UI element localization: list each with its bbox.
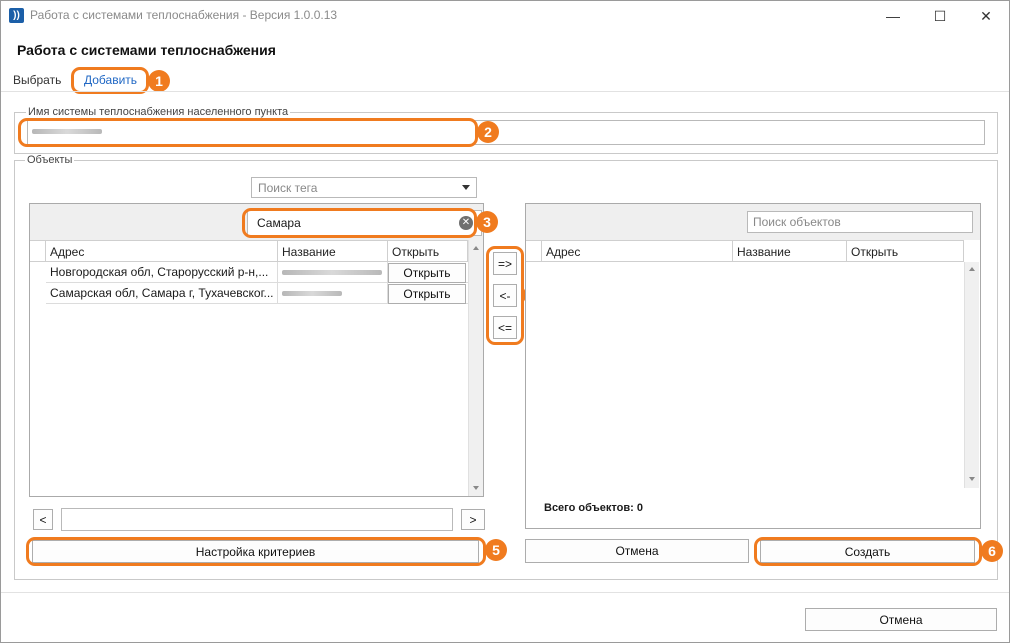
tag-search-placeholder: Поиск тега (258, 181, 318, 195)
open-button[interactable]: Открыть (388, 263, 466, 283)
objects-legend: Объекты (25, 154, 75, 166)
callout-badge-5: 5 (485, 539, 507, 561)
window-title: Работа с системами теплоснабжения - Верс… (30, 8, 338, 22)
callout-badge-2: 2 (477, 121, 499, 143)
cancel-inner-button[interactable]: Отмена (525, 539, 749, 563)
scroll-up-icon[interactable] (969, 267, 975, 271)
right-grid-header: Адрес Название Открыть (526, 240, 964, 262)
left-grid-header: Адрес Название Открыть (30, 240, 468, 262)
row-name (278, 262, 388, 282)
callout-4-frame (486, 246, 524, 345)
cancel-footer-button[interactable]: Отмена (805, 608, 997, 631)
right-col-address[interactable]: Адрес (542, 241, 733, 261)
left-col-name[interactable]: Название (278, 241, 388, 261)
app-logo-icon: )) (9, 8, 24, 23)
open-button[interactable]: Открыть (388, 284, 466, 304)
menu-divider (1, 91, 1009, 92)
close-button[interactable]: ✕ (963, 1, 1009, 31)
row-address: Новгородская обл, Старорусский р-н,... (46, 262, 278, 282)
redacted-name (282, 291, 342, 296)
callout-2-frame (18, 118, 478, 147)
scroll-down-icon[interactable] (969, 477, 975, 481)
redacted-name (282, 270, 382, 275)
footer-divider (1, 592, 1009, 593)
total-objects-label: Всего объектов: 0 (544, 502, 643, 514)
right-search-input[interactable]: Поиск объектов (747, 211, 973, 233)
left-col-address[interactable]: Адрес (46, 241, 278, 261)
left-col-open[interactable]: Открыть (388, 241, 468, 261)
right-scrollbar[interactable] (964, 262, 979, 488)
table-row[interactable]: Самарская обл, Самара г, Тухачевског... … (46, 283, 468, 304)
right-col-name[interactable]: Название (733, 241, 847, 261)
right-col-open[interactable]: Открыть (847, 241, 964, 261)
callout-1-frame (71, 67, 149, 94)
callout-3-frame (242, 208, 477, 238)
menu-item-select[interactable]: Выбрать (13, 73, 61, 87)
prev-page-button[interactable]: < (33, 509, 53, 530)
minimize-button[interactable]: — (870, 1, 916, 31)
right-search-placeholder: Поиск объектов (753, 215, 841, 229)
scroll-down-icon[interactable] (473, 486, 479, 490)
callout-5-frame (26, 537, 486, 566)
row-header-corner (526, 241, 542, 261)
next-page-button[interactable]: > (461, 509, 485, 530)
maximize-button[interactable]: ☐ (917, 1, 963, 31)
left-scrollbar[interactable] (468, 240, 483, 496)
page-field[interactable] (61, 508, 453, 531)
scroll-up-icon[interactable] (473, 246, 479, 250)
close-icon: ✕ (980, 7, 992, 24)
minimize-icon: — (886, 8, 900, 24)
tag-search-combo[interactable]: Поиск тега (251, 177, 477, 198)
system-name-legend: Имя системы теплоснабжения населенного п… (26, 106, 291, 118)
row-name (278, 283, 388, 303)
maximize-icon: ☐ (933, 7, 947, 24)
row-address: Самарская обл, Самара г, Тухачевског... (46, 283, 278, 303)
callout-6-frame (754, 537, 982, 566)
page-title: Работа с системами теплоснабжения (17, 42, 276, 58)
row-header-corner (30, 241, 46, 261)
callout-badge-3: 3 (476, 211, 498, 233)
table-row[interactable]: Новгородская обл, Старорусский р-н,... О… (46, 262, 468, 283)
callout-badge-1: 1 (148, 70, 170, 92)
callout-badge-6: 6 (981, 540, 1003, 562)
chevron-down-icon (462, 185, 470, 190)
